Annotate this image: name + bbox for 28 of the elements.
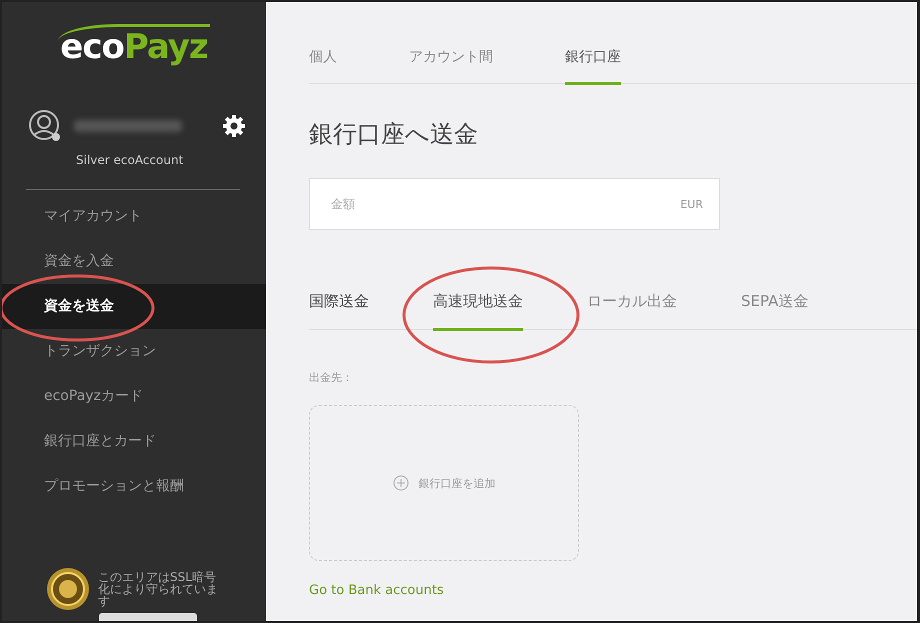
tab[interactable]: 高速現地送金: [433, 292, 523, 331]
nav-item[interactable]: マイアカウント: [2, 194, 266, 239]
add-bank-account-tile[interactable]: 銀行口座を追加: [309, 405, 579, 561]
nav-item[interactable]: ecoPayzカード: [2, 374, 266, 419]
currency-label: EUR: [680, 198, 703, 210]
amount-field[interactable]: 金額 EUR: [309, 178, 720, 230]
tab[interactable]: ローカル出金: [587, 292, 677, 331]
nav-item[interactable]: 資金を送金: [2, 284, 266, 329]
ssl-note: このエリアはSSL暗号化により守られています: [98, 571, 219, 607]
ecopayz-logo: ecoPayz: [58, 24, 210, 67]
nav-item[interactable]: 資金を入金: [2, 239, 266, 284]
page-title: 銀行口座へ送金: [309, 119, 479, 150]
nav-item[interactable]: トランザクション: [2, 329, 266, 374]
bank-accounts-link[interactable]: Go to Bank accounts: [309, 583, 444, 598]
nav-item[interactable]: 銀行口座とカード: [2, 419, 266, 464]
tab[interactable]: 銀行口座: [565, 48, 621, 85]
settings-icon[interactable]: [222, 114, 246, 138]
tab[interactable]: 個人: [309, 48, 337, 85]
tab[interactable]: 国際送金: [309, 292, 369, 331]
destination-label: 出金先：: [309, 370, 354, 385]
account-type: Silver ecoAccount: [76, 153, 184, 167]
user-avatar-icon: [28, 109, 62, 143]
plus-circle-icon: [392, 475, 408, 491]
tab[interactable]: SEPA送金: [741, 292, 808, 331]
tab[interactable]: アカウント間: [409, 48, 493, 85]
nav-item[interactable]: プロモーションと報酬: [2, 464, 266, 509]
ssl-seal-icon: [46, 567, 90, 611]
scrollbar-thumb[interactable]: [99, 613, 197, 621]
